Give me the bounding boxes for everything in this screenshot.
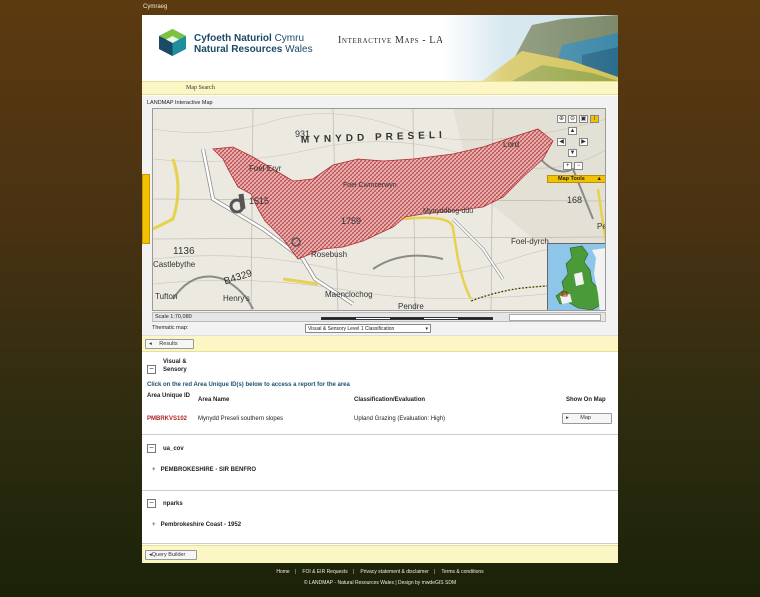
map-label-henrys: Henry's [223,294,250,303]
map-button-label: Map [580,415,591,421]
nrw-logo-icon [159,29,186,56]
footer-link-privacy[interactable]: Privacy statement & disclaimer [360,569,428,575]
area-id-link[interactable]: PMBRKVS102 [147,416,187,422]
zoom-in-icon[interactable]: + [563,162,572,170]
overview-map[interactable] [547,243,605,310]
search-layers-label: Search & Layers [134,199,141,237]
map-label-931: 931 [295,129,310,139]
scale-bar [321,317,493,320]
map-caption: LANDMAP Interactive Map [147,100,213,106]
org-name-welsh-light: Cymru [274,33,305,44]
map-label-1136: 1136 [173,246,195,257]
results-bar: ◂ Results [142,336,618,352]
org-logo-text: Cyfoeth Naturiol Cymru Natural Resources… [194,33,313,55]
nparks-item[interactable]: + Pembrokeshire Coast - 1952 [152,522,241,528]
collapse-icon[interactable]: − [147,365,156,374]
thematic-selected-value: Visual & Sensory Level 1 Classification [308,326,395,332]
pan-down-icon[interactable]: ▼ [568,149,577,157]
footer-link-home[interactable]: Home [276,569,289,575]
nav-bar: Map Search [142,81,618,95]
map-label-maenclochog: Maenclochog [325,290,373,299]
arrow-left-icon: ◂ [149,341,152,347]
instruction-text: Click on the red Area Unique ID(s) below… [147,382,350,388]
pan-up-icon[interactable]: ▲ [568,127,577,135]
map-canvas[interactable]: MYNYDD PRESELI 931 Foel Eryr Foel Cwmcer… [152,108,606,311]
map-label-foel-cwmcerwyn: Foel Cwmcerwyn [343,182,397,189]
query-builder-button[interactable]: ◂Query Builder [145,550,197,560]
thematic-select[interactable]: Visual & Sensory Level 1 Classification … [305,324,431,333]
map-label-mynydd-bach: Mynyddbog-ddu [423,208,473,215]
site-header: Cyfoeth Naturiol Cymru Natural Resources… [142,15,618,81]
page-container: Cyfoeth Naturiol Cymru Natural Resources… [134,15,618,563]
map-label-castlebythe: Castlebythe [153,260,196,269]
map-label-tufton: Tufton [155,292,177,301]
map-label-168: 168 [567,195,582,205]
col-area-id: Area Unique ID [147,393,191,399]
ua-item-label: PEMBROKESHIRE - SIR BENFRO [160,467,257,473]
map-tools-label: Map Tools [558,176,585,182]
map-label-1515: 1515 [249,196,269,206]
org-name-english: Natural Resources [194,44,283,55]
footer-links: Home | FOI & EIR Requests | Privacy statem… [276,569,484,575]
search-layers-tab[interactable]: Search & Layers [134,174,150,244]
map-label-foel-eryr: Foel Eryr [249,164,282,173]
panel-title-visual: Visual & Sensory [163,359,187,373]
coordinate-box [509,314,601,321]
query-builder-label: Query Builder [151,552,186,558]
panel-title-ua: ua_cov [163,446,184,452]
zoom-in-box-icon[interactable]: ⊕ [557,115,566,123]
map-label-pe: Pe [597,222,606,231]
ua-item[interactable]: + PEMBROKESHIRE - SIR BENFRO [152,467,256,473]
nparks-item-label: Pembrokeshire Coast - 1952 [160,522,242,528]
col-show-on-map: Show On Map [566,397,606,403]
scale-row: Scale 1:70,080 [152,312,606,322]
pan-left-icon[interactable]: ◀ [557,138,566,146]
col-area-name: Area Name [198,397,230,403]
org-name-welsh: Cyfoeth Naturiol [194,33,272,44]
map-svg[interactable]: MYNYDD PRESELI 931 Foel Eryr Foel Cwmcer… [153,109,606,311]
chevron-up-icon: ▲ [596,176,602,182]
map-search-link[interactable]: Map Search [186,85,215,91]
scale-label: Scale 1:70,080 [155,314,192,320]
map-label-lord: Lord [503,140,519,149]
arrow-right-icon: ▸ [566,415,569,421]
thematic-row: Thematic map: Visual & Sensory Level 1 C… [152,324,606,334]
footer-copyright: © LANDMAP - Natural Resources Wales | De… [303,580,457,586]
pan-right-icon[interactable]: ▶ [579,138,588,146]
expand-icon: + [152,522,156,528]
visual-sensory-panel: − Visual & Sensory Click on the red Area… [142,353,618,435]
map-label-rosebush: Rosebush [311,250,347,259]
zoom-out-icon[interactable]: − [574,162,583,170]
zoom-extent-icon[interactable]: ▣ [579,115,588,123]
map-label-pendre: Pendre [398,302,424,311]
header-landscape-photo [442,15,618,81]
footer-link-foi[interactable]: FOI & EIR Requests [302,569,347,575]
map-tools-toggle[interactable]: Map Tools ▲ [547,175,605,183]
chevron-down-icon: ▾ [425,326,428,332]
org-name-english-light: Wales [285,44,313,55]
wales-overview-icon [548,244,605,310]
panel-title-nparks: nparks [163,501,183,507]
nparks-panel: − nparks + Pembrokeshire Coast - 1952 [142,492,618,544]
results-button[interactable]: ◂ Results [145,339,194,349]
map-section: LANDMAP Interactive Map Search & Layers [134,96,618,336]
col-classification: Classification/Evaluation [354,397,426,403]
show-on-map-button[interactable]: ▸ Map [562,413,612,424]
expand-icon: + [152,467,156,473]
collapse-icon[interactable]: − [147,499,156,508]
area-classification: Upland Grazing (Evaluation: High) [354,416,446,422]
footer-link-terms[interactable]: Terms & conditions [441,569,483,575]
collapse-icon[interactable]: − [147,444,156,453]
map-label-foel-dyrch: Foel-dyrch [511,237,549,246]
query-bar: ◂Query Builder [142,545,618,563]
area-name: Mynydd Preseli southern slopes [198,416,284,422]
thematic-label: Thematic map: [152,325,189,331]
map-label-1759: 1759 [341,216,361,226]
ua-cov-panel: − ua_cov + PEMBROKESHIRE - SIR BENFRO [142,436,618,491]
language-link[interactable]: Cymraeg [143,4,167,10]
info-tool-icon[interactable]: i [590,115,599,123]
results-button-label: Results [159,341,178,347]
zoom-out-box-icon[interactable]: ⊖ [568,115,577,123]
